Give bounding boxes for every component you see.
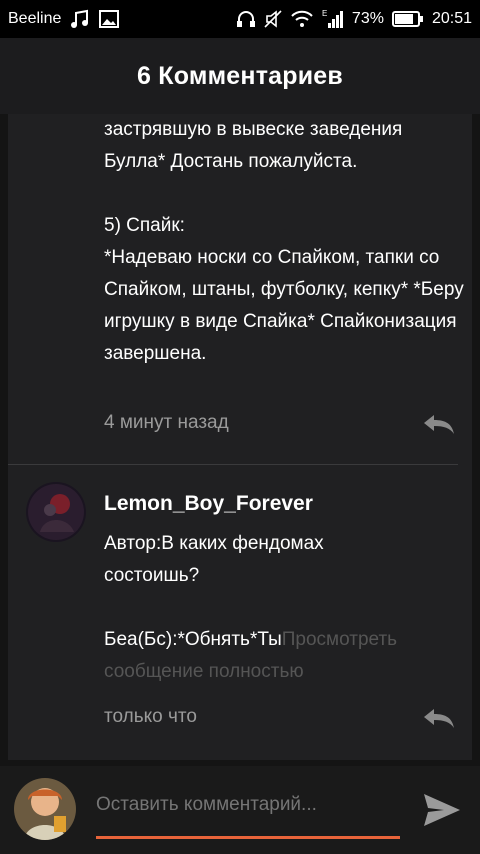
- status-bar: Beeline E 73% 20:51: [0, 0, 480, 38]
- comment-text: Автор:В каких фендомах состоишь?: [104, 533, 324, 586]
- reply-icon[interactable]: [422, 412, 456, 436]
- avatar[interactable]: [26, 482, 86, 542]
- page-title: 6 Комментариев: [137, 61, 343, 90]
- comment-text-truncated: Беа(Бс):*Обнять*Ты: [104, 629, 282, 650]
- image-icon: [99, 10, 120, 28]
- comment-timestamp: 4 минут назад: [104, 412, 229, 433]
- comment-timestamp: только что: [104, 706, 197, 727]
- music-note-icon: [69, 8, 91, 30]
- mute-icon: [264, 10, 282, 28]
- comment-username[interactable]: Lemon_Boy_Forever: [104, 492, 313, 516]
- carrier-label: Beeline: [8, 10, 62, 27]
- headphones-icon: [236, 10, 256, 28]
- comment-input[interactable]: [96, 794, 400, 816]
- network-type-label: E: [322, 9, 327, 18]
- comments-list[interactable]: застрявшую в вывеске заведения Булла* До…: [8, 114, 472, 760]
- input-underline: [96, 836, 400, 839]
- battery-percent: 73%: [351, 10, 384, 27]
- wifi-icon: [290, 10, 314, 28]
- send-icon[interactable]: [420, 788, 464, 832]
- comment-text: застрявшую в вывеске заведения Булла* До…: [104, 119, 464, 364]
- comment-input-bar: [0, 766, 480, 854]
- comment-divider: [8, 464, 458, 465]
- battery-icon: [391, 10, 424, 28]
- user-avatar[interactable]: [14, 778, 76, 840]
- truncated-comment: Беа(Бс):*Обнять*ТыПросмотреть сообщение …: [104, 624, 464, 688]
- signal-icon: E: [322, 9, 344, 29]
- comments-header: 6 Комментариев: [0, 38, 480, 114]
- reply-icon[interactable]: [422, 706, 456, 730]
- clock: 20:51: [431, 10, 472, 27]
